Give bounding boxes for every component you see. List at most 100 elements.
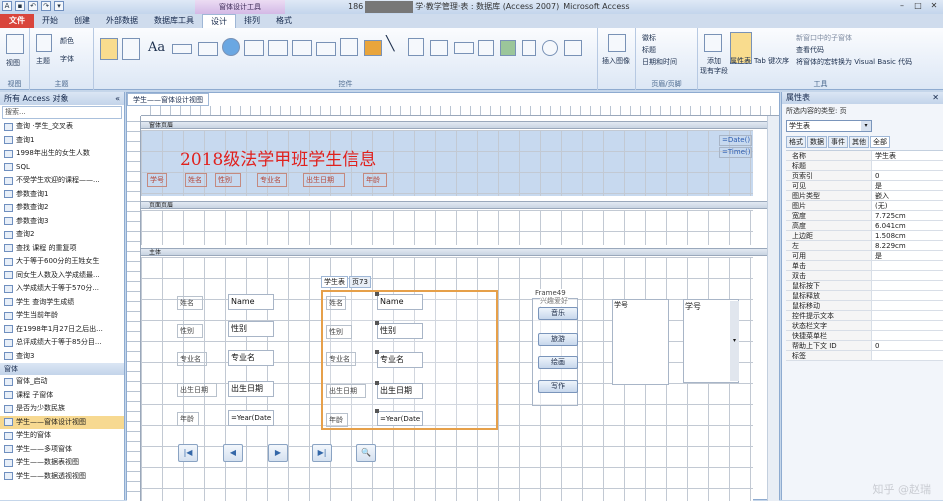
property-value[interactable]: 7.725cm: [872, 211, 943, 220]
move-handle[interactable]: [375, 350, 379, 354]
nav-form-item[interactable]: 学生——数据表视图: [0, 456, 124, 470]
insert-image-icon[interactable]: [608, 34, 626, 52]
attachment-icon[interactable]: [522, 40, 536, 56]
textbox-control-icon[interactable]: [122, 38, 140, 60]
nav-form-item[interactable]: 窗体_启动: [0, 375, 124, 389]
tab-field-gender[interactable]: 性别: [377, 323, 423, 339]
property-row[interactable]: 图片类型 嵌入: [786, 191, 943, 201]
select-pointer-icon[interactable]: [100, 38, 118, 60]
tab-file[interactable]: 文件: [0, 14, 34, 28]
property-value[interactable]: [872, 161, 943, 170]
tab-label-gender[interactable]: 性别: [326, 325, 352, 339]
combo-box-icon[interactable]: [340, 38, 358, 56]
tab-design[interactable]: 设计: [202, 14, 236, 28]
move-handle[interactable]: [375, 321, 379, 325]
combo-dropdown-icon[interactable]: ▾: [730, 301, 739, 381]
insert-image-button[interactable]: 插入图像: [602, 56, 630, 66]
move-handle[interactable]: [375, 381, 379, 385]
save-icon[interactable]: ▪: [15, 1, 25, 11]
nav-header[interactable]: 所有 Access 对象 «: [0, 92, 124, 105]
nav-form-item[interactable]: 学生——数据透视视图: [0, 470, 124, 484]
access-logo-icon[interactable]: A: [2, 1, 12, 11]
nav-query-item[interactable]: 参数查询2: [0, 201, 124, 215]
property-row[interactable]: 鼠标按下: [786, 281, 943, 291]
tab-format[interactable]: 格式: [268, 14, 300, 28]
nav-query-item[interactable]: 查询2: [0, 228, 124, 242]
tab-field-major[interactable]: 专业名: [377, 352, 423, 368]
property-value[interactable]: 是: [872, 181, 943, 190]
property-sheet-close-icon[interactable]: ✕: [932, 92, 939, 104]
header-label-birthdate[interactable]: 出生日期: [303, 173, 345, 187]
nav-form-item[interactable]: 学生——多项窗体: [0, 443, 124, 457]
form-title-label[interactable]: 2018级法学甲班学生信息: [180, 145, 376, 170]
nav-query-item[interactable]: 学生当前年龄: [0, 309, 124, 323]
property-value[interactable]: [872, 291, 943, 300]
fonts-button[interactable]: 字体: [60, 54, 74, 64]
section-detail[interactable]: 主体: [141, 248, 779, 256]
add-fields-button[interactable]: 添加 现有字段: [700, 56, 728, 76]
tab-page-73[interactable]: 页73: [349, 276, 371, 288]
tab-page-students[interactable]: 学生表: [321, 276, 348, 288]
detail-field-name[interactable]: Name: [228, 294, 274, 310]
nav-query-item[interactable]: 入学成绩大于等于570分...: [0, 282, 124, 296]
property-value[interactable]: [872, 261, 943, 270]
option-music[interactable]: 音乐: [538, 307, 578, 320]
add-fields-icon[interactable]: [704, 34, 722, 52]
property-row[interactable]: 标题: [786, 161, 943, 171]
property-value[interactable]: [872, 351, 943, 360]
tab-home[interactable]: 开始: [34, 14, 66, 28]
date-time-button[interactable]: 日期和时间: [642, 57, 677, 67]
view-button[interactable]: 视图: [6, 58, 20, 68]
property-value[interactable]: (无): [872, 201, 943, 210]
option-painting[interactable]: 绘画: [538, 356, 578, 369]
tab-label-age[interactable]: 年龄: [326, 413, 348, 427]
tab-label-birthdate[interactable]: 出生日期: [326, 384, 366, 398]
property-row[interactable]: 鼠标释放: [786, 291, 943, 301]
nav-query-item[interactable]: 学生 查询学生成绩: [0, 296, 124, 310]
maximize-icon[interactable]: □: [911, 1, 925, 12]
nav-query-item[interactable]: 在1998年1月27日之后出...: [0, 323, 124, 337]
theme-button[interactable]: 主题: [36, 56, 50, 66]
section-page-header[interactable]: 页面页眉: [141, 201, 779, 209]
unbound-object-icon[interactable]: [500, 40, 516, 56]
next-record-button[interactable]: ▶: [268, 444, 288, 462]
property-row[interactable]: 图片 (无): [786, 201, 943, 211]
chart-icon[interactable]: [364, 40, 382, 56]
find-record-button[interactable]: 🔍: [356, 444, 376, 462]
view-code-button[interactable]: 查看代码: [796, 45, 824, 55]
nav-query-item[interactable]: 1998年出生的女生人数: [0, 147, 124, 161]
nav-query-item[interactable]: 参数查询1: [0, 188, 124, 202]
nav-collapse-icon[interactable]: «: [115, 92, 120, 105]
property-row[interactable]: 鼠标移动: [786, 301, 943, 311]
option-group-icon[interactable]: [292, 40, 312, 56]
object-selector[interactable]: 学生表 ▾: [786, 120, 872, 132]
property-row[interactable]: 名称 学生表: [786, 151, 943, 161]
tab-external-data[interactable]: 外部数据: [98, 14, 146, 28]
detail-field-birthdate[interactable]: 出生日期: [228, 381, 274, 397]
button-control-icon[interactable]: [172, 44, 192, 54]
nav-query-item[interactable]: 查询3: [0, 350, 124, 364]
hyperlink-icon[interactable]: [222, 38, 240, 56]
header-label-name[interactable]: 姓名: [185, 173, 207, 187]
property-value[interactable]: [872, 281, 943, 290]
nav-form-item[interactable]: 课程 子窗体: [0, 389, 124, 403]
detail-label-age[interactable]: 年龄: [177, 412, 199, 426]
header-label-gender[interactable]: 性别: [215, 173, 241, 187]
nav-query-item[interactable]: 同女生人数及入学成绩最...: [0, 269, 124, 283]
detail-label-name[interactable]: 姓名: [177, 296, 203, 310]
property-value[interactable]: 0: [872, 171, 943, 180]
property-row[interactable]: 高度 6.041cm: [786, 221, 943, 231]
nav-query-item[interactable]: 查询 ·学生_交叉表: [0, 120, 124, 134]
title-button[interactable]: 标题: [642, 45, 656, 55]
toggle-button-icon[interactable]: [408, 38, 424, 56]
property-row[interactable]: 页索引 0: [786, 171, 943, 181]
close-icon[interactable]: ✕: [927, 1, 941, 12]
property-value[interactable]: 嵌入: [872, 191, 943, 200]
prop-tab-format[interactable]: 格式: [786, 136, 806, 148]
navigation-control-icon[interactable]: [268, 40, 288, 56]
nav-form-item[interactable]: 是否为少数民族: [0, 402, 124, 416]
undo-icon[interactable]: ↶: [28, 1, 38, 11]
line-icon[interactable]: ╲: [386, 36, 394, 52]
list-box-icon[interactable]: [430, 40, 448, 56]
property-value[interactable]: [872, 271, 943, 280]
